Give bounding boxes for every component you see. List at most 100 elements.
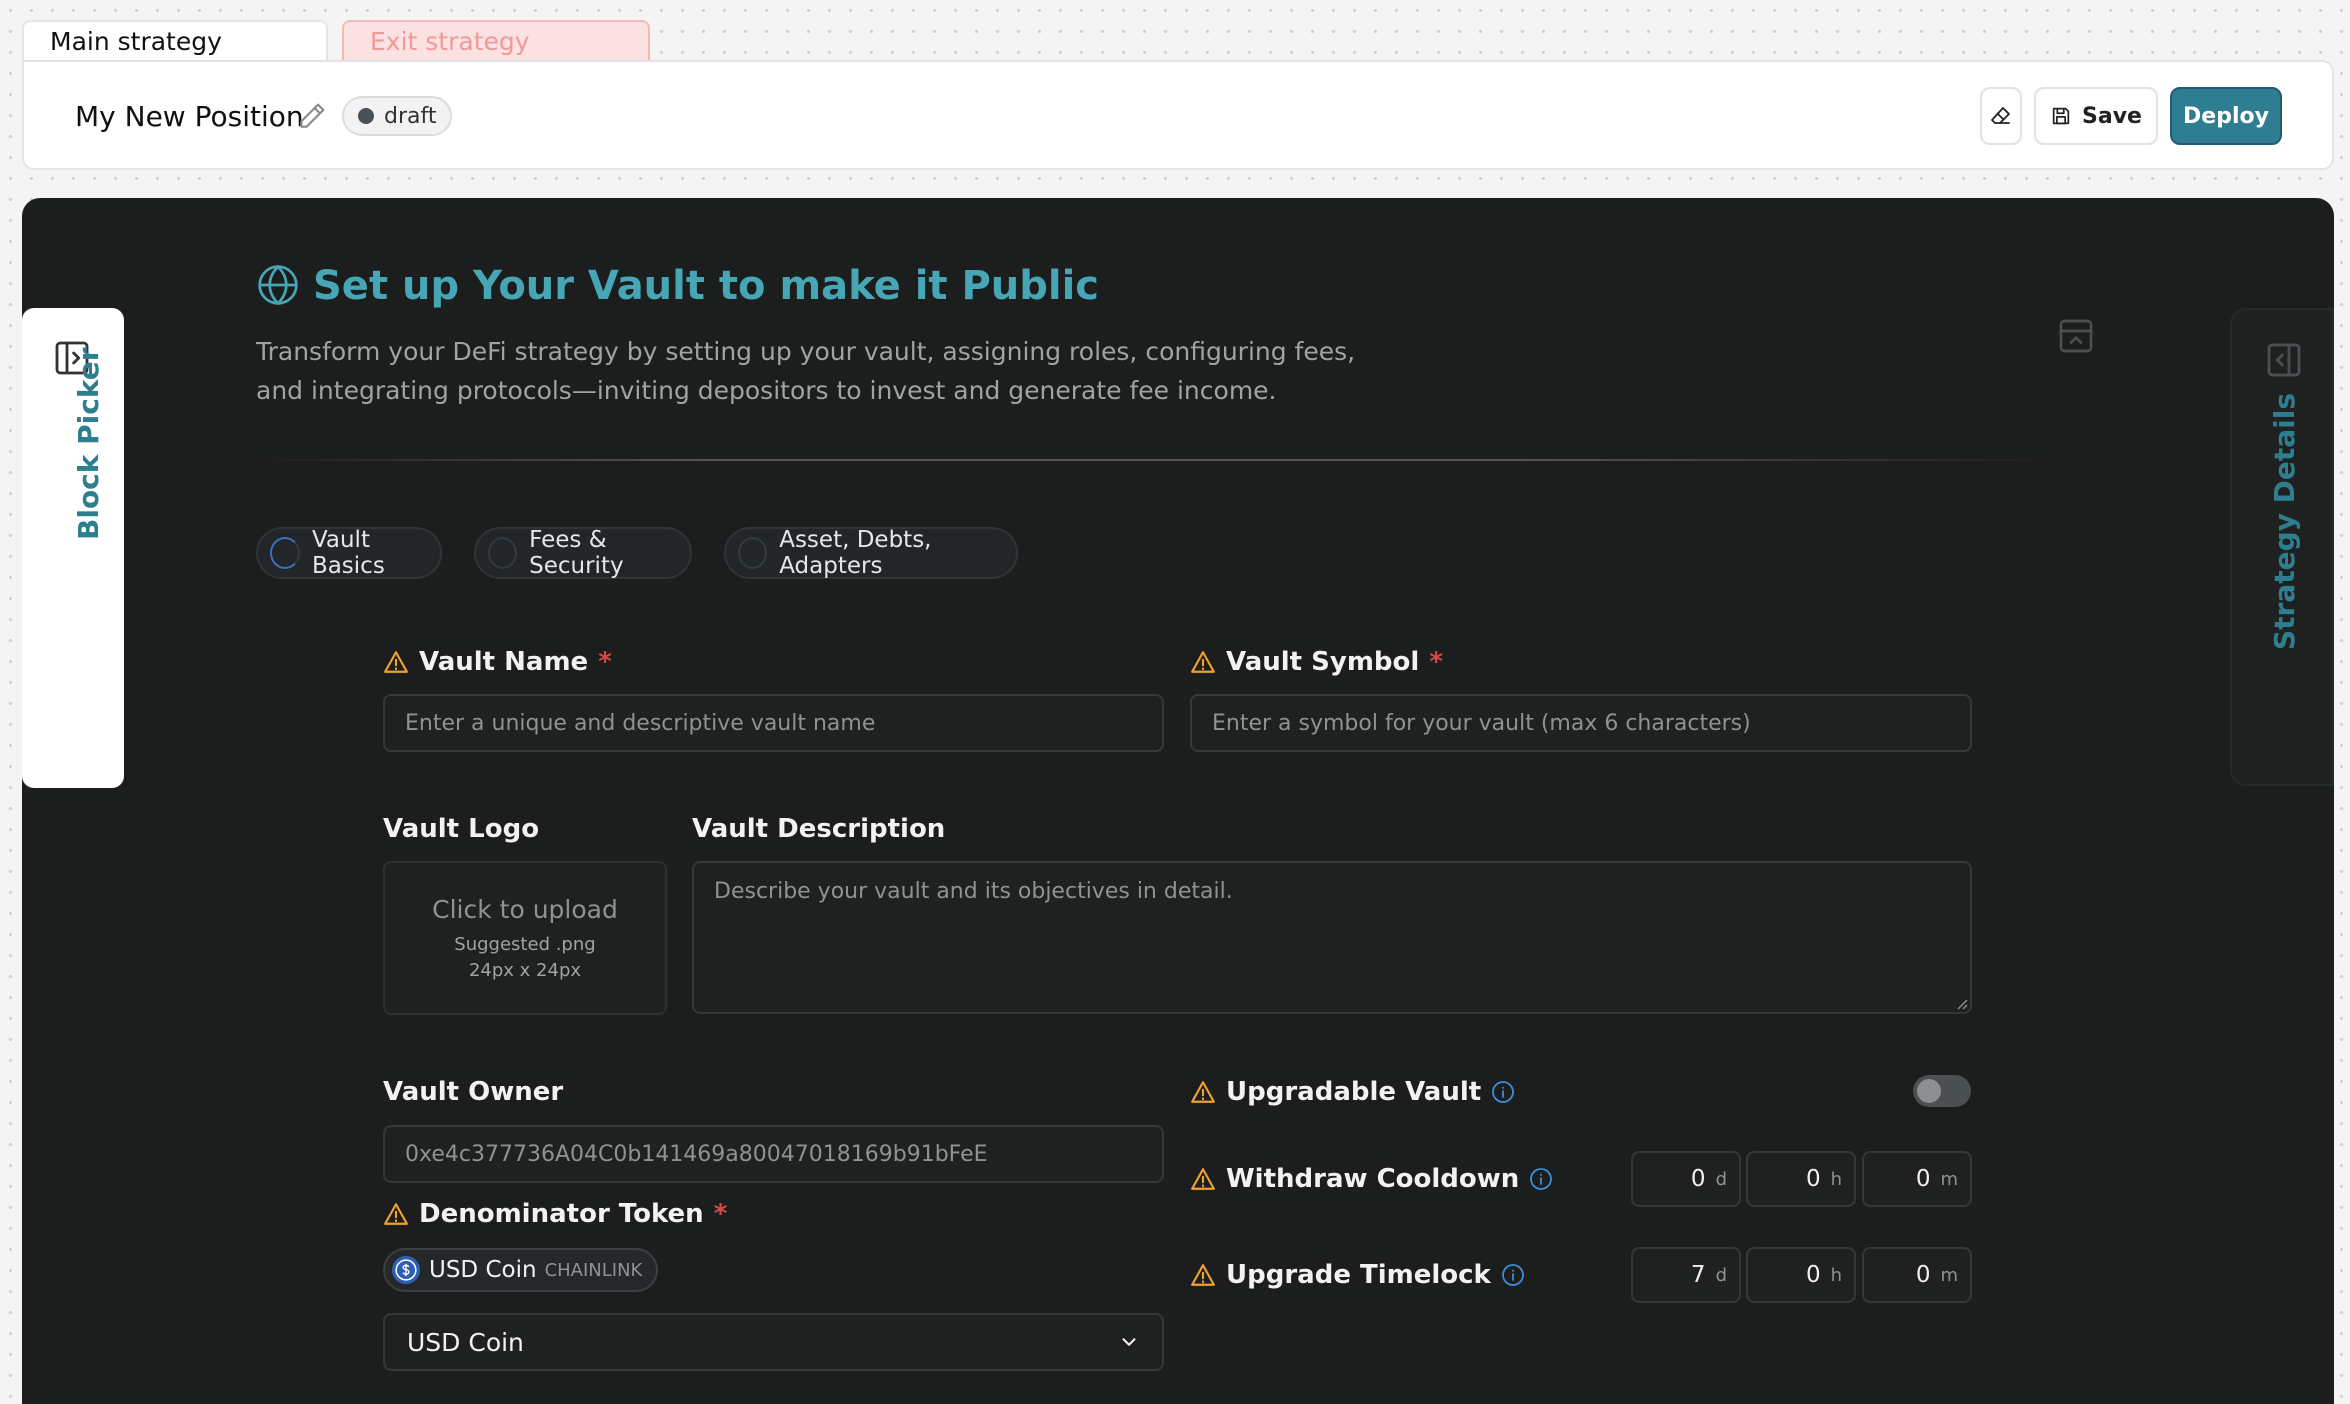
step-progress-ring <box>488 537 518 569</box>
days-unit: d <box>1715 1168 1727 1190</box>
step-progress-ring <box>270 537 300 569</box>
vault-logo-label-text: Vault Logo <box>383 814 540 844</box>
days-value: 7 <box>1690 1262 1706 1288</box>
vault-symbol-input[interactable]: Enter a symbol for your vault (max 6 cha… <box>1190 694 1972 752</box>
vault-owner-label-text: Vault Owner <box>383 1077 564 1107</box>
step-vault-basics[interactable]: Vault Basics <box>256 527 442 579</box>
vault-logo-label: Vault Logo <box>383 814 539 844</box>
block-picker-label[interactable]: Block Picker <box>72 347 105 540</box>
strategy-details-label[interactable]: Strategy Details <box>2268 393 2301 650</box>
step-asset-debts-adapters[interactable]: Asset, Debts, Adapters <box>724 527 1018 579</box>
save-label: Save <box>2082 103 2142 129</box>
minutes-value: 0 <box>1915 1166 1931 1192</box>
upgrade-timelock-hours-input[interactable]: 0 h <box>1746 1247 1856 1303</box>
upgradable-vault-label: Upgradable Vault <box>1190 1077 1515 1107</box>
resize-handle-icon[interactable] <box>1954 996 1968 1010</box>
required-marker: * <box>713 1199 728 1229</box>
step-fees-security[interactable]: Fees & Security <box>474 527 692 579</box>
warning-icon <box>1191 1081 1215 1103</box>
pencil-icon[interactable] <box>296 100 328 132</box>
warning-icon <box>1191 651 1215 673</box>
save-button[interactable]: Save <box>2034 87 2158 145</box>
upgrade-timelock-label-text: Upgrade Timelock <box>1226 1260 1491 1290</box>
tab-main-strategy[interactable]: Main strategy <box>22 20 328 61</box>
token-name: USD Coin <box>429 1257 537 1283</box>
upgrade-timelock-minutes-input[interactable]: 0 m <box>1862 1247 1972 1303</box>
floppy-icon <box>2052 107 2070 125</box>
minutes-unit: m <box>1940 1168 1958 1190</box>
collapse-section-icon[interactable] <box>2056 316 2096 356</box>
upload-prompt: Click to upload <box>432 895 618 924</box>
vault-name-label-text: Vault Name <box>419 647 589 677</box>
globe-icon <box>258 264 298 306</box>
vault-owner-input[interactable]: 0xe4c377736A04C0b141469a80047018169b91bF… <box>383 1125 1164 1183</box>
eraser-icon <box>1991 107 2010 124</box>
vault-description-textarea[interactable]: Describe your vault and its objectives i… <box>692 861 1972 1014</box>
vault-description-label: Vault Description <box>692 814 945 844</box>
page-description: Transform your DeFi strategy by setting … <box>256 337 1356 405</box>
toggle-knob <box>1917 1079 1941 1103</box>
minutes-unit: m <box>1940 1264 1958 1286</box>
hours-value: 0 <box>1805 1262 1821 1288</box>
required-marker: * <box>1429 647 1443 677</box>
withdraw-cooldown-label-text: Withdraw Cooldown <box>1226 1164 1520 1194</box>
info-icon[interactable] <box>1529 1167 1553 1191</box>
required-marker: * <box>598 647 612 677</box>
days-value: 0 <box>1690 1166 1706 1192</box>
selected-token-chip[interactable]: USD Coin CHAINLINK <box>383 1248 659 1292</box>
info-icon[interactable] <box>1491 1080 1515 1104</box>
upgradable-vault-label-text: Upgradable Vault <box>1226 1077 1482 1107</box>
withdraw-cooldown-hours-input[interactable]: 0 h <box>1746 1151 1856 1207</box>
vault-symbol-label: Vault Symbol * <box>1190 647 1443 677</box>
denominator-token-label: Denominator Token * <box>383 1199 727 1229</box>
upload-hint: Suggested .png 24px x 24px <box>385 932 665 984</box>
vault-description-label-text: Vault Description <box>692 814 946 844</box>
info-icon[interactable] <box>1501 1263 1525 1287</box>
vault-owner-label: Vault Owner <box>383 1077 563 1107</box>
days-unit: d <box>1715 1264 1727 1286</box>
step-progress-ring <box>738 537 768 569</box>
withdraw-cooldown-label: Withdraw Cooldown <box>1190 1164 1553 1194</box>
warning-icon <box>384 1203 408 1225</box>
usdc-icon <box>391 1255 421 1285</box>
withdraw-cooldown-days-input[interactable]: 0 d <box>1631 1151 1741 1207</box>
step-label: Vault Basics <box>311 527 385 579</box>
status-dot <box>358 108 374 124</box>
deploy-button[interactable]: Deploy <box>2170 87 2282 145</box>
warning-icon <box>1191 1168 1215 1190</box>
hours-unit: h <box>1830 1168 1842 1190</box>
vault-name-input[interactable]: Enter a unique and descriptive vault nam… <box>383 694 1164 752</box>
strategy-details-sidebar[interactable]: Strategy Details <box>2230 308 2334 786</box>
tab-exit-strategy[interactable]: Exit strategy <box>342 20 650 61</box>
select-value: USD Coin <box>407 1327 524 1357</box>
upgradable-vault-toggle[interactable] <box>1913 1075 1971 1107</box>
denominator-token-select[interactable]: USD Coin <box>383 1313 1164 1371</box>
section-divider <box>256 459 2056 461</box>
position-header: My New Position draft Save Deploy <box>22 60 2334 170</box>
warning-icon <box>1191 1264 1215 1286</box>
position-title: My New Position <box>75 100 304 133</box>
upload-hint-size: 24px x 24px <box>468 960 582 981</box>
upgrade-timelock-days-input[interactable]: 7 d <box>1631 1247 1741 1303</box>
clear-button[interactable] <box>1980 87 2022 145</box>
token-source: CHAINLINK <box>544 1259 643 1281</box>
hours-value: 0 <box>1805 1166 1821 1192</box>
vault-name-label: Vault Name * <box>383 647 612 677</box>
status-label: draft <box>384 103 437 129</box>
step-label: Fees & Security <box>529 527 624 579</box>
warning-icon <box>384 651 408 673</box>
denominator-token-label-text: Denominator Token <box>419 1199 704 1229</box>
withdraw-cooldown-minutes-input[interactable]: 0 m <box>1862 1151 1972 1207</box>
logo-upload-dropzone[interactable]: Click to upload Suggested .png 24px x 24… <box>383 861 667 1015</box>
hours-unit: h <box>1830 1264 1842 1286</box>
sidebar-collapse-icon[interactable] <box>2264 340 2304 380</box>
chevron-down-icon <box>1122 1338 1136 1346</box>
minutes-value: 0 <box>1915 1262 1931 1288</box>
vault-symbol-label-text: Vault Symbol <box>1226 647 1420 677</box>
step-label: Asset, Debts, Adapters <box>779 527 932 579</box>
upgrade-timelock-label: Upgrade Timelock <box>1190 1260 1525 1290</box>
page-title: Set up Your Vault to make it Public <box>313 263 1100 309</box>
upload-hint-format: Suggested .png <box>454 934 596 955</box>
status-badge: draft <box>342 96 453 136</box>
vault-description-placeholder: Describe your vault and its objectives i… <box>714 879 1233 904</box>
